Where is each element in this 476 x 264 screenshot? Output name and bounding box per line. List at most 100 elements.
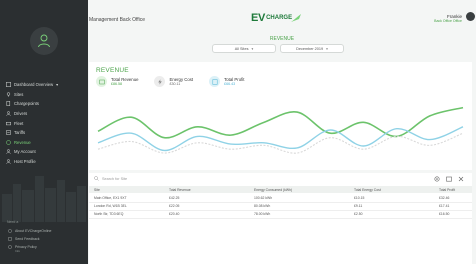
revenue-card: REVENUE Total Revenue £86.58 Energy Cost…	[89, 62, 472, 170]
table-cell: 78.00 kWh	[254, 211, 271, 216]
table-cell: £2.50	[354, 211, 363, 216]
sidebar-item-sites[interactable]: Sites	[0, 90, 88, 100]
feedback-icon	[7, 237, 12, 242]
stat-total-profit: Total Profit £66.43	[209, 76, 244, 87]
column-header[interactable]: Total Revenue	[169, 188, 191, 192]
table-tools	[434, 176, 464, 182]
chart-series-line-0	[97, 106, 464, 139]
table-cell: £22.05	[169, 203, 180, 208]
search-icon	[94, 176, 99, 181]
drivers-icon	[5, 111, 11, 117]
table-cell: £17.41	[439, 203, 450, 208]
app-window: Dashboard Overview ▾ Sites Chargepoints …	[0, 0, 476, 264]
section-title: Management Back Office	[89, 17, 146, 23]
sidebar-item-label: Fleet	[14, 120, 24, 126]
chevron-down-icon: ▾	[56, 82, 59, 88]
sidebar-item-label: Drivers	[14, 111, 28, 117]
table-cell: Main Office, EX1 9XT	[94, 195, 127, 200]
revenue-line-chart	[97, 106, 464, 154]
profile-avatar[interactable]	[30, 27, 58, 55]
footer-sub: Info	[15, 249, 21, 253]
sidebar-item-label: Revenue	[14, 139, 31, 145]
user-icon	[38, 34, 50, 48]
table-cell: 100.62 kWh	[254, 195, 273, 200]
top-header: Management Back Office EV CHARGE Frankie…	[88, 0, 476, 40]
sidebar-item-my-account[interactable]: My Account	[0, 147, 88, 157]
revenue-card-title: REVENUE	[96, 67, 129, 74]
month-select[interactable]: December 2019 ▾	[280, 44, 344, 53]
sidebar-item-label: Sites	[14, 91, 24, 97]
sidebar-nav: Dashboard Overview ▾ Sites Chargepoints …	[0, 80, 88, 166]
table-header: Site Total Revenue Energy Consumed (kWh)…	[89, 186, 472, 193]
table-row[interactable]: North Str, TD3 6EQ £20.40 78.00 kWh £2.5…	[89, 210, 472, 219]
energy-icon	[154, 76, 166, 87]
table-cell: North Str, TD3 6EQ	[94, 211, 124, 216]
search-input[interactable]: Search for Site	[102, 177, 127, 181]
sidebar-item-revenue[interactable]: Revenue	[0, 138, 88, 148]
chevron-down-icon: ▾	[326, 46, 328, 51]
stat-value: £30.11	[169, 82, 181, 86]
table-cell: London Rd, W1B 3EL	[94, 203, 127, 208]
user-menu[interactable]: Frankie Back Office Office	[434, 14, 462, 24]
sidebar: Dashboard Overview ▾ Sites Chargepoints …	[0, 0, 88, 264]
fleet-icon	[5, 120, 11, 126]
revenue-icon	[5, 139, 11, 145]
footer-title: Need a	[7, 220, 19, 224]
settings-icon[interactable]	[434, 176, 440, 182]
column-header[interactable]: Total Profit	[439, 188, 455, 192]
sidebar-item-label: Dashboard Overview	[14, 82, 54, 88]
filters: All Sites ▾ December 2019 ▾	[212, 44, 344, 53]
sidebar-footer: Need a About EVChargeOnline Send Feedbac…	[0, 220, 88, 253]
sidebar-item-label: Host Profile	[14, 159, 36, 165]
stat-energy-cost: Energy Cost £30.11	[154, 76, 193, 87]
site-search[interactable]: Search for Site	[94, 176, 127, 181]
sidebar-item-host-profile[interactable]: Host Profile	[0, 157, 88, 167]
revenue-table-card: Search for Site Site Total Revenue Energ…	[89, 173, 472, 264]
close-icon[interactable]	[458, 176, 464, 182]
chart-series-line-2	[97, 132, 464, 154]
sidebar-item-label: My Account	[14, 149, 36, 155]
policy-icon	[7, 245, 12, 250]
column-header[interactable]: Site	[94, 188, 100, 192]
about-link[interactable]: About EVChargeOnline	[0, 227, 88, 235]
table-cell: £20.40	[169, 211, 180, 216]
sidebar-item-fleet[interactable]: Fleet	[0, 118, 88, 128]
sidebar-item-drivers[interactable]: Drivers	[0, 109, 88, 119]
dashboard-icon	[5, 82, 11, 88]
about-link-label: About EVChargeOnline	[15, 229, 52, 233]
chevron-down-icon: ▾	[251, 46, 254, 51]
table-cell: £42.25	[169, 195, 180, 200]
column-header[interactable]: Energy Consumed (kWh)	[254, 188, 292, 192]
feedback-link[interactable]: Send Feedback	[0, 235, 88, 243]
site-select[interactable]: All Sites ▾	[212, 44, 276, 53]
sidebar-item-dashboard[interactable]: Dashboard Overview ▾	[0, 80, 88, 90]
revenue-icon	[96, 76, 107, 87]
table-cell: 80.08 kWh	[254, 203, 271, 208]
info-icon	[7, 229, 12, 234]
site-select-value: All Sites	[234, 46, 249, 51]
logo-ev: EV	[251, 12, 266, 24]
stat-value: £66.43	[224, 82, 236, 86]
logo-swoosh-icon	[291, 14, 302, 22]
table-cell: £16.50	[439, 211, 450, 216]
table-cell: £9.11	[354, 203, 363, 208]
stat-value: £86.58	[111, 82, 122, 86]
user-role: Back Office Office	[434, 19, 462, 23]
page-title: REVENUE	[269, 36, 295, 42]
download-icon[interactable]	[446, 176, 452, 182]
table-cell: £32.46	[439, 195, 450, 200]
user-avatar[interactable]	[466, 12, 475, 21]
city-skyline-illustration	[2, 176, 86, 222]
account-icon	[5, 149, 11, 155]
evcharge-logo[interactable]: EV CHARGE	[251, 11, 302, 25]
stat-total-revenue: Total Revenue £86.58	[96, 76, 138, 87]
sidebar-item-tariffs[interactable]: Tariffs	[0, 128, 88, 138]
month-select-value: December 2019	[296, 46, 324, 51]
column-header[interactable]: Total Energy Cost	[354, 188, 381, 192]
sidebar-item-label: Chargepoints	[14, 101, 39, 107]
pin-icon	[5, 91, 11, 97]
sidebar-item-chargepoints[interactable]: Chargepoints	[0, 99, 88, 109]
feedback-link-label: Send Feedback	[15, 237, 40, 241]
charger-icon	[5, 101, 11, 107]
table-cell: £10.15	[354, 195, 365, 200]
